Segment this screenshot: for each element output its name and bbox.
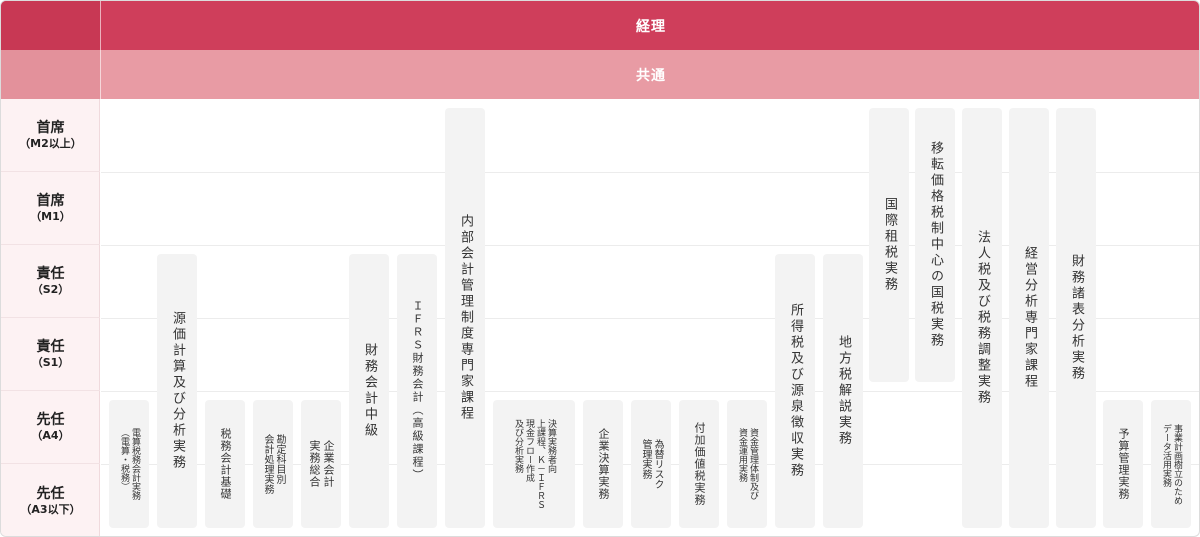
level-code: （S1） (31, 356, 70, 369)
course-transfer-pricing[interactable]: 移転価格税制中心の国税実務 (915, 108, 955, 382)
course-label: 経営分析専門家課程 (1022, 246, 1037, 390)
level-label-s2: 責任 （S2） (1, 245, 100, 318)
course-corporate-tax-adjustment[interactable]: 法人税及び税務調整実務 (962, 108, 1002, 528)
course-label: 国際租税実務 (882, 197, 897, 293)
course-income-tax-withholding[interactable]: 所得税及び源泉徴収実務 (775, 254, 815, 528)
course-label: 源価計算及び分析実務 (170, 311, 185, 471)
course-management-analysis-expert[interactable]: 経営分析専門家課程 (1009, 108, 1049, 528)
level-label-s1: 責任 （S1） (1, 318, 100, 391)
course-label: 所得税及び源泉徴収実務 (788, 303, 803, 479)
course-label: 財務諸表分析実務 (1069, 254, 1084, 382)
course-computerized-tax-accounting[interactable]: 電算税務会計実務 （電算・税務） (109, 400, 149, 528)
course-label: ＩＦＲＳ財務会計（高級課程） (411, 300, 424, 482)
course-label: 移転価格税制中心の国税実務 (928, 141, 943, 349)
course-label: 事業計画樹立のため データ活用実務 (1161, 423, 1182, 505)
course-cost-accounting-analysis[interactable]: 源価計算及び分析実務 (157, 254, 197, 528)
course-label: 電算税務会計実務 （電算・税務） (119, 428, 140, 500)
course-tax-accounting-basics[interactable]: 税務会計基礎 (205, 400, 245, 528)
course-label: 付加価値税実務 (693, 422, 706, 506)
course-fund-management[interactable]: 資金管理体制及び 資金運用実務 (727, 400, 767, 528)
common-header: 共通 (1, 50, 1199, 99)
course-local-tax[interactable]: 地方税解説実務 (823, 254, 863, 528)
level-title: 先任 (36, 412, 65, 428)
level-label-a3: 先任 （A3以下） (1, 464, 100, 536)
level-title: 首席 (36, 120, 65, 136)
level-code: （M2以上） (19, 137, 82, 150)
course-financial-accounting-intermediate[interactable]: 財務会計中級 (349, 254, 389, 528)
course-label: 税務会計基礎 (219, 428, 232, 500)
level-label-a4: 先任 （A4） (1, 391, 100, 464)
level-code: （M1） (30, 210, 71, 223)
course-fx-risk-management[interactable]: 為替リスク 管理実務 (631, 400, 671, 528)
course-label: 法人税及び税務調整実務 (975, 230, 990, 406)
course-label: 為替リスク 管理実務 (640, 439, 663, 489)
level-code: （A4） (31, 429, 70, 442)
level-code: （S2） (31, 283, 70, 296)
course-budget-management[interactable]: 予算管理実務 (1103, 400, 1143, 528)
level-title: 先任 (36, 485, 65, 502)
course-corporate-closing[interactable]: 企業決算実務 (583, 400, 623, 528)
course-label: 財務会計中級 (362, 343, 377, 439)
level-label-m1: 首席 （M1） (1, 172, 100, 245)
department-title: 経理 (636, 18, 666, 35)
course-label: 企業会計 実務総合 (308, 440, 335, 488)
level-code: （A3以下） (20, 502, 81, 516)
level-title: 責任 (36, 266, 65, 282)
course-label: 決算実務者向 上課程、Ｋ－ＩＦＲＳ 現金フロー作成 及び分析実務 (513, 419, 556, 509)
level-label-m2: 首席 （M2以上） (1, 99, 100, 172)
course-label: 勘定科目別 会計処理実務 (262, 434, 285, 494)
course-label: 予算管理実務 (1117, 428, 1130, 500)
course-internal-control-expert[interactable]: 内部会計管理制度専門家課程 (445, 108, 485, 528)
course-closing-kifrs-cashflow[interactable]: 決算実務者向 上課程、Ｋ－ＩＦＲＳ 現金フロー作成 及び分析実務 (493, 400, 575, 528)
course-label: 内部会計管理制度専門家課程 (458, 214, 473, 422)
level-column: 首席 （M2以上） 首席 （M1） 責任 （S2） 責任 （S1） 先任 （A4… (1, 99, 100, 536)
course-corporate-accounting-general[interactable]: 企業会計 実務総合 (301, 400, 341, 528)
course-label: 企業決算実務 (597, 428, 610, 500)
course-vat[interactable]: 付加価値税実務 (679, 400, 719, 528)
level-title: 責任 (36, 339, 65, 355)
course-label: 地方税解説実務 (836, 335, 851, 447)
header-corner (1, 1, 100, 50)
course-business-plan-data[interactable]: 事業計画樹立のため データ活用実務 (1151, 400, 1191, 528)
course-account-processing[interactable]: 勘定科目別 会計処理実務 (253, 400, 293, 528)
course-map: 経理 共通 首席 （M2以上） 首席 （M1） 責任 （S2） 責任 （S1） … (0, 0, 1200, 537)
department-header: 経理 (1, 1, 1199, 50)
level-title: 首席 (36, 193, 65, 209)
course-international-tax[interactable]: 国際租税実務 (869, 108, 909, 382)
common-corner (1, 50, 100, 99)
course-financial-statement-analysis[interactable]: 財務諸表分析実務 (1056, 108, 1096, 528)
course-label: 資金管理体制及び 資金運用実務 (737, 428, 758, 500)
course-ifrs-advanced[interactable]: ＩＦＲＳ財務会計（高級課程） (397, 254, 437, 528)
common-title: 共通 (636, 67, 666, 84)
